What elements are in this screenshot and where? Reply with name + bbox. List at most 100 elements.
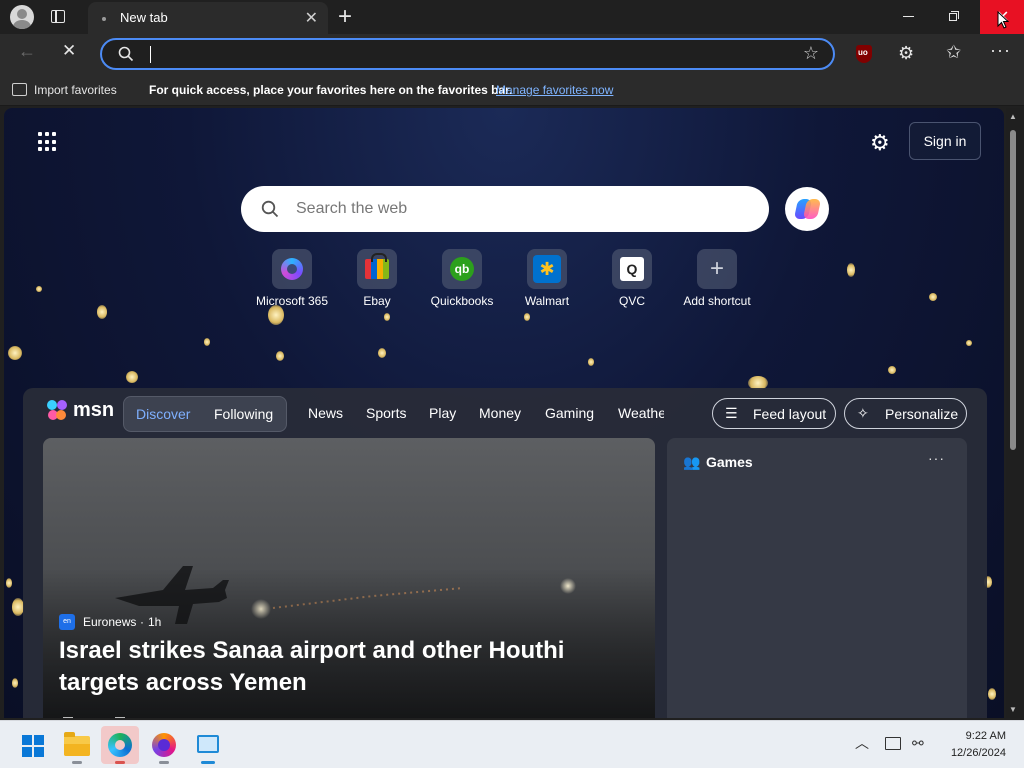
file-explorer-button[interactable]: [58, 726, 96, 764]
copilot-button[interactable]: [785, 187, 829, 231]
nav-sports[interactable]: Sports: [366, 405, 406, 421]
more-options-icon[interactable]: ···: [990, 40, 1011, 61]
address-bar[interactable]: ☆: [100, 38, 835, 70]
games-title[interactable]: Games: [706, 454, 753, 470]
page-scrollbar[interactable]: ▲ ▼: [1006, 108, 1020, 718]
import-folder-icon[interactable]: [12, 83, 27, 96]
scroll-up-icon[interactable]: ▲: [1009, 112, 1017, 121]
nav-money[interactable]: Money: [479, 405, 521, 421]
profile-avatar-icon[interactable]: [10, 5, 34, 29]
firefox-icon: [152, 733, 176, 757]
news-headline[interactable]: Israel strikes Sanaa airport and other H…: [59, 635, 649, 699]
page-settings-gear-icon[interactable]: ⚙: [870, 130, 890, 156]
sparkle-icon: ✧: [857, 405, 869, 421]
decorative-snowflake: [6, 578, 12, 588]
nav-weather[interactable]: Weathe: [618, 405, 664, 421]
new-tab-page: ⚙ Sign in Search the web Microsoft 365 E…: [4, 108, 1004, 718]
manage-favorites-link[interactable]: Manage favorites now: [496, 83, 613, 97]
decorative-snowflake: [8, 346, 22, 360]
back-arrow-icon[interactable]: ←: [18, 41, 36, 62]
shortcut-label: Add shortcut: [683, 294, 751, 308]
tray-chevron-up-icon[interactable]: ︿: [855, 733, 869, 753]
euronews-logo-icon: en: [59, 614, 75, 630]
decorative-snowflake: [929, 293, 937, 301]
shortcut-label: Microsoft 365: [255, 294, 329, 308]
app-launcher-icon[interactable]: [38, 132, 58, 152]
msn-feed: msn Discover Following News Sports Play …: [23, 388, 987, 718]
windows-logo-icon: [22, 735, 44, 757]
msn-butterfly-icon: [47, 400, 67, 420]
import-favorites-button[interactable]: Import favorites: [34, 83, 117, 97]
address-input-caret: [150, 46, 151, 63]
firefox-taskbar-button[interactable]: [145, 726, 183, 764]
decorative-snowflake: [36, 286, 42, 292]
app-taskbar-button[interactable]: [189, 726, 227, 764]
walmart-icon: ✱: [533, 255, 561, 283]
clock-date[interactable]: 12/26/2024: [942, 747, 1006, 759]
tab-following[interactable]: Following: [214, 406, 273, 422]
sign-in-button[interactable]: Sign in: [909, 122, 981, 160]
shortcut-label: Ebay: [363, 294, 391, 308]
clock-time[interactable]: 9:22 AM: [960, 730, 1006, 742]
feed-layout-label: Feed layout: [753, 406, 827, 422]
shortcut-microsoft-365[interactable]: Microsoft 365: [247, 249, 337, 308]
web-search-box[interactable]: Search the web: [241, 186, 769, 232]
ublock-origin-extension-icon[interactable]: uo: [856, 45, 872, 63]
start-button[interactable]: [13, 726, 51, 764]
decorative-snowflake: [268, 305, 284, 325]
shortcut-walmart[interactable]: ✱ Walmart: [502, 249, 592, 308]
nav-play[interactable]: Play: [429, 405, 456, 421]
new-tab-button[interactable]: +: [338, 3, 352, 31]
stop-loading-icon[interactable]: ✕: [62, 41, 76, 61]
app-window-icon: [197, 735, 219, 753]
shortcut-quickbooks[interactable]: qb Quickbooks: [417, 249, 507, 308]
quickbooks-icon: qb: [450, 257, 474, 281]
scroll-down-icon[interactable]: ▼: [1009, 705, 1017, 714]
shortcut-label: QVC: [618, 294, 645, 308]
tab-favicon-icon: [102, 17, 106, 21]
title-bar: New tab ✕ + ✕: [0, 0, 1024, 34]
favorites-star-icon[interactable]: ✩: [946, 42, 961, 63]
favorites-bar: Import favorites For quick access, place…: [0, 74, 1024, 106]
feed-layout-button[interactable]: ☰ Feed layout: [712, 398, 836, 429]
search-icon: [261, 200, 279, 218]
decorative-snowflake: [988, 688, 996, 700]
news-timestamp: 1h: [148, 615, 162, 629]
add-favorite-star-icon[interactable]: ☆: [803, 43, 819, 64]
network-icon[interactable]: ⚯: [912, 735, 924, 752]
nav-gaming[interactable]: Gaming: [545, 405, 594, 421]
hero-news-card[interactable]: en Euronews · 1h Israel strikes Sanaa ai…: [43, 438, 655, 718]
shortcut-qvc[interactable]: Q QVC: [587, 249, 677, 308]
games-more-options-icon[interactable]: ···: [928, 450, 945, 466]
personalize-label: Personalize: [885, 406, 959, 422]
edge-taskbar-button[interactable]: [101, 726, 139, 764]
restore-button[interactable]: [949, 11, 960, 22]
decorative-snowflake: [276, 351, 284, 361]
msn-logo[interactable]: msn: [73, 399, 114, 422]
minimize-button[interactable]: [903, 16, 914, 17]
extensions-puzzle-icon[interactable]: ⚙: [898, 43, 914, 64]
news-separator: ·: [140, 615, 144, 629]
nav-news[interactable]: News: [308, 405, 343, 421]
add-shortcut-button[interactable]: + Add shortcut: [672, 249, 762, 308]
scrollbar-thumb[interactable]: [1010, 130, 1016, 450]
shortcut-label: Quickbooks: [430, 294, 494, 308]
navigation-bar: ← ✕ ☆ uo ⚙ ✩ ···: [0, 34, 1024, 74]
tab-actions-icon[interactable]: [50, 8, 68, 26]
shortcut-ebay[interactable]: Ebay: [332, 249, 422, 308]
tab-discover[interactable]: Discover: [136, 406, 190, 422]
decorative-snowflake: [12, 678, 18, 688]
games-panel: 👥 Games ···: [667, 438, 967, 718]
edge-icon: [108, 733, 132, 757]
plus-icon: +: [709, 255, 724, 282]
tab-title: New tab: [120, 10, 168, 25]
tab-new-tab[interactable]: New tab ✕: [88, 2, 328, 34]
favorites-bar-message: For quick access, place your favorites h…: [149, 83, 513, 97]
personalize-button[interactable]: ✧ Personalize: [844, 398, 967, 429]
display-icon[interactable]: [885, 737, 901, 750]
search-icon: [118, 46, 134, 62]
qvc-icon: Q: [620, 257, 644, 281]
news-source[interactable]: Euronews: [83, 615, 136, 629]
tab-close-icon[interactable]: ✕: [305, 8, 318, 28]
hero-action-icons[interactable]: [63, 712, 183, 718]
